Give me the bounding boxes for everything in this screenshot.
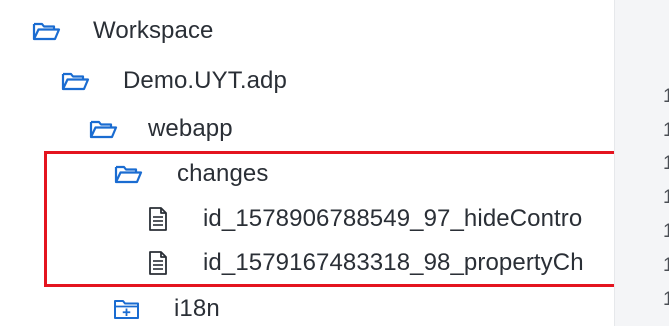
tree-node-workspace[interactable]: Workspace xyxy=(0,11,614,51)
line-number: 1 xyxy=(663,120,669,142)
tree-node-changes[interactable]: changes xyxy=(0,154,614,194)
document-icon xyxy=(143,250,173,276)
file-explorer-tree: Workspace Demo.UYT.adp webapp changes id… xyxy=(0,0,614,326)
editor-line-gutter: 1 1 1 1 1 1 1 xyxy=(614,0,669,326)
tree-node-label: id_1579167483318_98_propertyCh xyxy=(203,249,584,276)
folder-open-icon xyxy=(31,18,61,44)
folder-open-icon xyxy=(88,116,118,142)
tree-node-webapp[interactable]: webapp xyxy=(0,109,614,149)
tree-node-file[interactable]: id_1579167483318_98_propertyCh xyxy=(0,243,614,283)
folder-open-icon xyxy=(113,161,143,187)
line-number: 1 xyxy=(663,289,669,311)
document-icon xyxy=(143,206,173,232)
folder-closed-icon xyxy=(112,296,142,322)
folder-open-icon xyxy=(60,68,90,94)
tree-node-file[interactable]: id_1578906788549_97_hideContro xyxy=(0,199,614,239)
line-number: 1 xyxy=(663,86,669,108)
tree-node-label: Demo.UYT.adp xyxy=(123,67,287,94)
tree-node-label: i18n xyxy=(174,295,220,322)
tree-node-label: webapp xyxy=(148,115,233,142)
tree-node-label: changes xyxy=(177,160,269,187)
line-number: 1 xyxy=(663,187,669,209)
line-number: 1 xyxy=(663,255,669,277)
line-number: 1 xyxy=(663,153,669,175)
tree-node-i18n[interactable]: i18n xyxy=(0,289,614,326)
line-number: 1 xyxy=(663,221,669,243)
tree-node-label: id_1578906788549_97_hideContro xyxy=(203,205,583,232)
tree-node-demo-uyt-adp[interactable]: Demo.UYT.adp xyxy=(0,61,614,101)
tree-node-label: Workspace xyxy=(93,17,214,44)
